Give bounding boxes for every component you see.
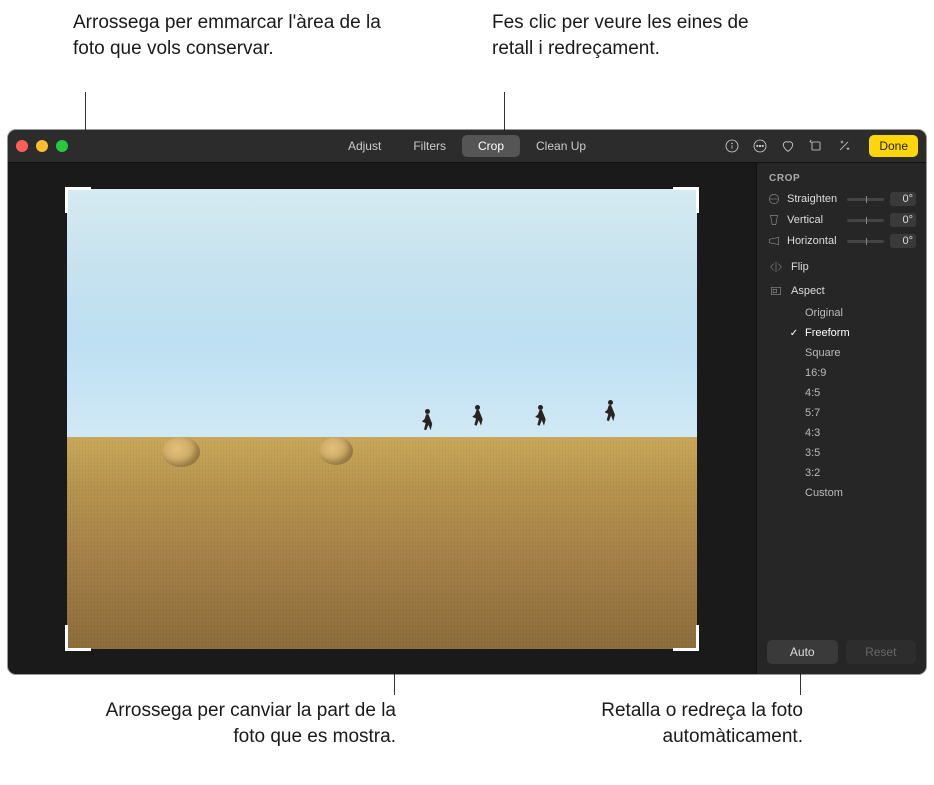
image-viewport	[8, 163, 756, 674]
crop-sidebar: CROP Straighten 0° Vertical 0° Horizonta…	[756, 163, 926, 674]
aspect-4-5[interactable]: ✓4:5	[787, 383, 916, 403]
straighten-icon	[767, 192, 781, 206]
window-minimize[interactable]	[36, 140, 48, 152]
slider-horizontal-label: Horizontal	[787, 235, 841, 247]
slider-horizontal-value: 0°	[890, 234, 916, 248]
slider-horizontal[interactable]: Horizontal 0°	[767, 234, 916, 248]
aspect-5-7[interactable]: ✓5:7	[787, 403, 916, 423]
aspect-item[interactable]: Aspect	[767, 279, 916, 303]
aspect-3-2-label: 3:2	[805, 467, 820, 479]
tab-adjust[interactable]: Adjust	[332, 135, 397, 157]
more-icon[interactable]	[751, 137, 769, 155]
traffic-lights	[16, 140, 68, 152]
slider-vertical-value: 0°	[890, 213, 916, 227]
aspect-freeform[interactable]: ✓Freeform	[787, 323, 916, 343]
app-window: Adjust Filters Crop Clean Up Done	[8, 130, 926, 674]
reset-button[interactable]: Reset	[846, 640, 917, 664]
aspect-3-2[interactable]: ✓3:2	[787, 463, 916, 483]
aspect-original[interactable]: ✓Original	[787, 303, 916, 323]
callout-frame: Arrossega per emmarcar l'àrea de la foto…	[73, 10, 383, 61]
vertical-icon	[767, 213, 781, 227]
aspect-custom-label: Custom	[805, 487, 843, 499]
favorite-icon[interactable]	[779, 137, 797, 155]
aspect-3-5-label: 3:5	[805, 447, 820, 459]
tab-crop[interactable]: Crop	[462, 135, 520, 157]
window-maximize[interactable]	[56, 140, 68, 152]
aspect-label: Aspect	[791, 285, 825, 297]
done-button[interactable]: Done	[869, 135, 918, 157]
aspect-4-3-label: 4:3	[805, 427, 820, 439]
aspect-4-3[interactable]: ✓4:3	[787, 423, 916, 443]
crop-frame[interactable]	[67, 189, 697, 649]
aspect-custom[interactable]: ✓Custom	[787, 483, 916, 503]
flip-item[interactable]: Flip	[767, 255, 916, 279]
photo-canvas[interactable]	[67, 189, 697, 649]
info-icon[interactable]	[723, 137, 741, 155]
aspect-3-5[interactable]: ✓3:5	[787, 443, 916, 463]
slider-vertical-label: Vertical	[787, 214, 841, 226]
auto-button[interactable]: Auto	[767, 640, 838, 664]
aspect-16-9[interactable]: ✓16:9	[787, 363, 916, 383]
slider-straighten-value: 0°	[890, 192, 916, 206]
horizontal-icon	[767, 234, 781, 248]
flip-icon	[769, 260, 783, 274]
aspect-square[interactable]: ✓Square	[787, 343, 916, 363]
aspect-4-5-label: 4:5	[805, 387, 820, 399]
tab-filters[interactable]: Filters	[397, 135, 462, 157]
callout-drag-photo: Arrossega per canviar la part de la foto…	[76, 698, 396, 749]
slider-straighten[interactable]: Straighten 0°	[767, 192, 916, 206]
aspect-5-7-label: 5:7	[805, 407, 820, 419]
tab-cleanup[interactable]: Clean Up	[520, 135, 602, 157]
slider-vertical[interactable]: Vertical 0°	[767, 213, 916, 227]
aspect-original-label: Original	[805, 307, 843, 319]
aspect-freeform-label: Freeform	[805, 327, 850, 339]
callout-crop-tools: Fes clic per veure les eines de retall i…	[492, 10, 792, 61]
magic-icon[interactable]	[835, 137, 853, 155]
window-close[interactable]	[16, 140, 28, 152]
aspect-square-label: Square	[805, 347, 840, 359]
aspect-16-9-label: 16:9	[805, 367, 826, 379]
rotate-icon[interactable]	[807, 137, 825, 155]
toolbar: Adjust Filters Crop Clean Up Done	[8, 130, 926, 163]
slider-straighten-label: Straighten	[787, 193, 841, 205]
flip-label: Flip	[791, 261, 809, 273]
aspect-icon	[769, 284, 783, 298]
callout-auto: Retalla o redreça la foto automàticament…	[543, 698, 803, 749]
sidebar-title: CROP	[769, 173, 916, 184]
